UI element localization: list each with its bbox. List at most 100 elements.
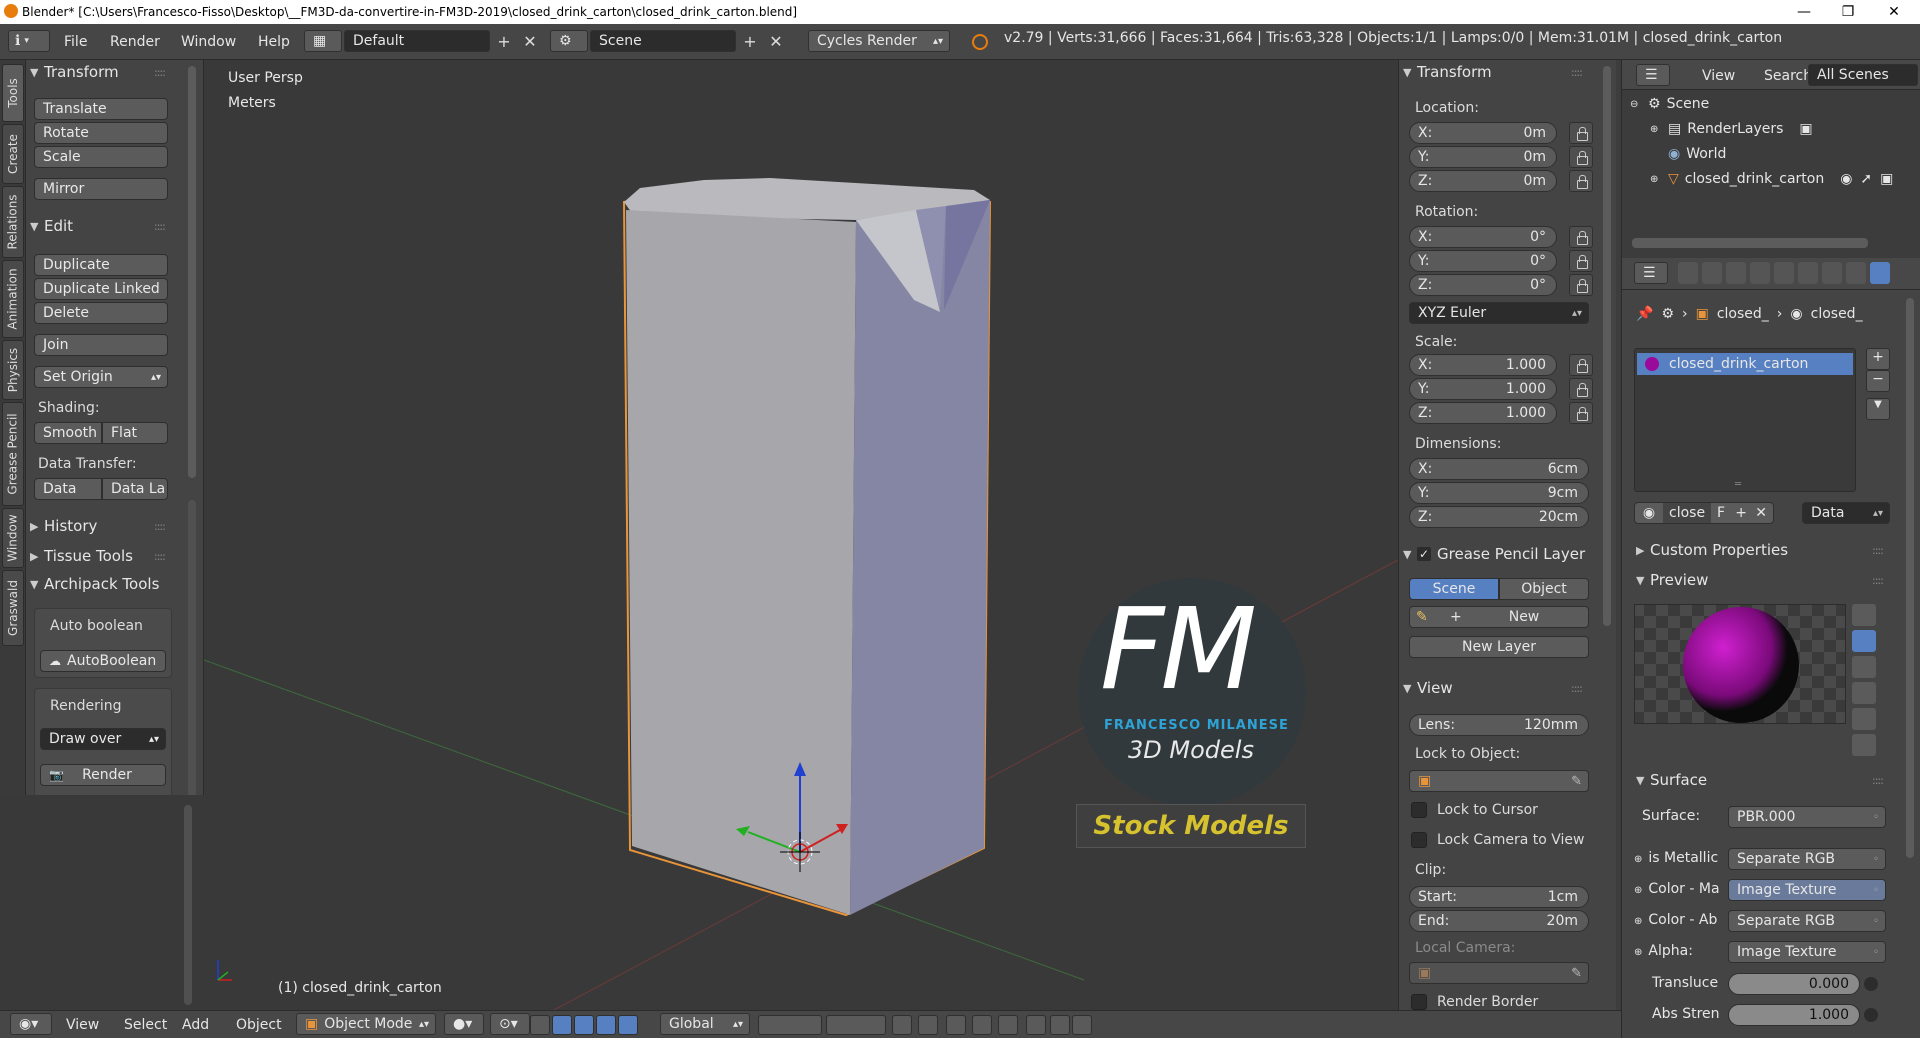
select-menu[interactable]: Select: [124, 1015, 167, 1035]
material-tab-icon[interactable]: [1870, 262, 1890, 284]
rotation-z-field[interactable]: Z: 0°: [1409, 274, 1557, 296]
slot-menu-button[interactable]: ▼: [1866, 398, 1890, 420]
layers-tab-icon[interactable]: [1702, 262, 1722, 284]
lock-icon[interactable]: [1569, 250, 1593, 272]
outliner-hscrollbar[interactable]: [1632, 238, 1868, 248]
dimension-y-field[interactable]: Y: 9cm: [1409, 482, 1589, 504]
rotation-x-field[interactable]: X: 0°: [1409, 226, 1557, 248]
grease-pencil-header[interactable]: ▼ ✓ Grease Pencil Layer: [1403, 542, 1585, 566]
lock-icon[interactable]: [1569, 354, 1593, 376]
lock-icon[interactable]: [1569, 170, 1593, 192]
toolshelf-scrollbar-track[interactable]: [188, 500, 196, 800]
auto-boolean-button[interactable]: ☁ AutoBoolean: [40, 650, 166, 672]
pivot-icon[interactable]: ⊙▾: [490, 1013, 530, 1035]
props-type-icon[interactable]: ☰: [1634, 262, 1668, 284]
location-z-field[interactable]: Z: 0m: [1409, 170, 1557, 192]
surface-dropdown[interactable]: PBR.000 ◦: [1728, 806, 1886, 828]
screen-layout-field[interactable]: Default: [344, 30, 490, 52]
scene-icon[interactable]: ⚙: [550, 30, 588, 52]
smooth-button[interactable]: Smooth: [34, 422, 102, 444]
lower-scrollbar[interactable]: [184, 805, 192, 1005]
tab-graswald[interactable]: Graswald: [2, 570, 24, 646]
transluce-slider[interactable]: 0.000: [1728, 973, 1860, 995]
material-browse-icon[interactable]: ◉: [1635, 505, 1663, 521]
rotate-manipulator-icon[interactable]: [574, 1015, 594, 1035]
outliner-row-object[interactable]: ⊕ ▽ closed_drink_carton ◉ ➚ ▣: [1622, 167, 1920, 191]
view-panel-header[interactable]: ▼ View: [1403, 676, 1453, 700]
menu-help[interactable]: Help: [258, 30, 290, 54]
orientation-dropdown[interactable]: Global ▴▾: [660, 1013, 750, 1035]
render-animation-icon[interactable]: [1050, 1015, 1070, 1035]
history-panel-header[interactable]: ▶ History: [30, 514, 97, 538]
drag-grip-icon[interactable]: ::::: [154, 66, 166, 79]
checkmark-icon[interactable]: ✓: [1417, 547, 1431, 561]
remove-layout-icon[interactable]: ✕: [520, 30, 540, 52]
socket-icon[interactable]: [1864, 977, 1878, 991]
lens-field[interactable]: Lens: 120mm: [1409, 714, 1589, 736]
modifiers-tab-icon[interactable]: [1822, 262, 1842, 284]
minimize-button[interactable]: —: [1782, 0, 1826, 24]
input-metallic-dropdown[interactable]: Separate RGB ◦: [1728, 848, 1886, 870]
outliner-search-menu[interactable]: Search: [1764, 64, 1812, 88]
join-button[interactable]: Join: [34, 334, 168, 356]
local-camera-field[interactable]: ▣ ✎: [1409, 962, 1589, 984]
tab-window[interactable]: Window: [2, 508, 24, 568]
close-button[interactable]: ✕: [1872, 0, 1916, 24]
render-engine-select[interactable]: Cycles Render ▴▾: [808, 30, 950, 52]
camera-icon[interactable]: ▣: [1880, 171, 1893, 187]
tab-create[interactable]: Create: [2, 124, 24, 184]
expand-icon[interactable]: ⊕: [1650, 124, 1668, 135]
manipulator-extra-icon[interactable]: [618, 1015, 638, 1035]
collapse-icon[interactable]: ⊖: [1630, 99, 1648, 110]
expand-icon[interactable]: ⊕: [1634, 854, 1642, 865]
lock-camera-checkbox[interactable]: [1411, 832, 1427, 848]
tab-physics[interactable]: Physics: [2, 340, 24, 400]
render-button[interactable]: 📷 Render: [40, 764, 166, 786]
new-material-icon[interactable]: +: [1731, 505, 1751, 521]
scene-field[interactable]: Scene: [590, 30, 736, 52]
archipack-panel-header[interactable]: ▼ Archipack Tools: [30, 572, 159, 596]
preview-header[interactable]: ▼ Preview: [1636, 568, 1708, 592]
cursor-icon[interactable]: ➚: [1860, 171, 1872, 187]
drag-grip-icon[interactable]: ::::: [1872, 574, 1884, 587]
drag-grip-icon[interactable]: ::::: [154, 520, 166, 533]
drag-grip-icon[interactable]: ::::: [1571, 66, 1583, 79]
view-menu[interactable]: View: [66, 1015, 99, 1035]
lock-icon[interactable]: [1569, 226, 1593, 248]
tab-animation[interactable]: Animation: [2, 260, 24, 338]
data-tab-icon[interactable]: [1846, 262, 1866, 284]
render-tab-icon[interactable]: [1678, 262, 1698, 284]
snap-element-icon[interactable]: [972, 1015, 992, 1035]
grease-new-button[interactable]: ✎ + New: [1409, 606, 1589, 628]
lock-icon[interactable]: [1569, 274, 1593, 296]
input-color-ab-dropdown[interactable]: Separate RGB ◦: [1728, 910, 1886, 932]
material-name-field[interactable]: close: [1663, 503, 1712, 523]
outliner-row-scene[interactable]: ⊖ ⚙ Scene: [1622, 92, 1920, 116]
scale-button[interactable]: Scale: [34, 146, 168, 168]
toolshelf-scrollbar[interactable]: [188, 66, 196, 478]
shading-mode-icon[interactable]: ●▾: [444, 1013, 484, 1035]
flat-button[interactable]: Flat: [102, 422, 168, 444]
material-link-dropdown[interactable]: Data ▴▾: [1802, 502, 1890, 524]
editor-type-3d-icon[interactable]: ◉▾: [10, 1013, 52, 1035]
drag-grip-icon[interactable]: ::::: [154, 550, 166, 563]
mirror-button[interactable]: Mirror: [34, 178, 168, 200]
render-icon[interactable]: ▣: [1799, 121, 1812, 137]
tab-grease-pencil[interactable]: Grease Pencil: [2, 402, 24, 506]
rotate-button[interactable]: Rotate: [34, 122, 168, 144]
lock-to-cursor-checkbox[interactable]: [1411, 802, 1427, 818]
scene-tab-icon[interactable]: [1726, 262, 1746, 284]
object-tab-icon[interactable]: [1774, 262, 1794, 284]
clip-end-field[interactable]: End: 20m: [1409, 910, 1589, 932]
list-resize-grip[interactable]: ═: [1735, 479, 1741, 490]
location-x-field[interactable]: X: 0m: [1409, 122, 1557, 144]
location-y-field[interactable]: Y: 0m: [1409, 146, 1557, 168]
material-preview[interactable]: [1634, 604, 1846, 724]
duplicate-linked-button[interactable]: Duplicate Linked: [34, 278, 168, 300]
layer-buttons-b[interactable]: [826, 1015, 886, 1035]
menu-render[interactable]: Render: [110, 30, 160, 54]
viewport-camera-icon[interactable]: [1072, 1015, 1092, 1035]
grease-object-button[interactable]: Object: [1499, 578, 1589, 600]
object-menu[interactable]: Object: [236, 1015, 282, 1035]
tab-relations[interactable]: Relations: [2, 186, 24, 258]
